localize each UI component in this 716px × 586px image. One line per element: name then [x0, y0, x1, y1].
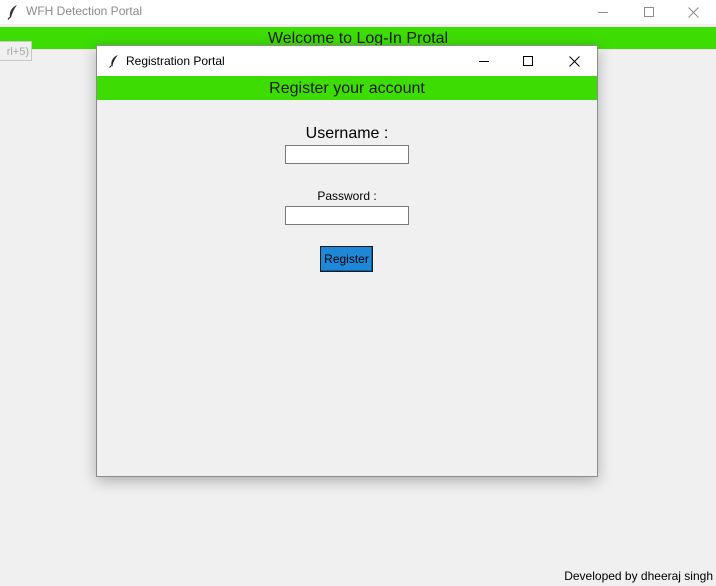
close-icon — [687, 6, 699, 18]
dialog-title: Registration Portal — [126, 54, 225, 68]
username-label: Username : — [305, 125, 389, 142]
maximize-icon — [523, 56, 533, 66]
password-input[interactable] — [285, 206, 409, 225]
password-label: Password : — [317, 189, 377, 203]
main-window-title: WFH Detection Portal — [26, 4, 143, 18]
main-close-button[interactable] — [670, 0, 716, 24]
username-input[interactable] — [285, 145, 409, 164]
dialog-minimize-button[interactable] — [461, 46, 507, 76]
registration-dialog: Registration Portal Register your accoun… — [96, 45, 598, 477]
feather-icon — [6, 4, 20, 20]
minimize-icon — [598, 12, 608, 13]
developer-credit: Developed by dheeraj singh — [564, 569, 713, 583]
dialog-maximize-button[interactable] — [505, 46, 551, 76]
dialog-banner-text: Register your account — [269, 80, 425, 97]
main-maximize-button[interactable] — [626, 0, 672, 24]
main-minimize-button[interactable] — [580, 0, 626, 24]
register-button[interactable]: Register — [320, 246, 373, 272]
dialog-close-button[interactable] — [551, 46, 597, 76]
side-button[interactable]: rl+5) — [0, 41, 32, 61]
close-icon — [568, 55, 580, 67]
maximize-icon — [644, 7, 654, 17]
minimize-icon — [479, 61, 489, 62]
feather-icon — [108, 54, 120, 68]
